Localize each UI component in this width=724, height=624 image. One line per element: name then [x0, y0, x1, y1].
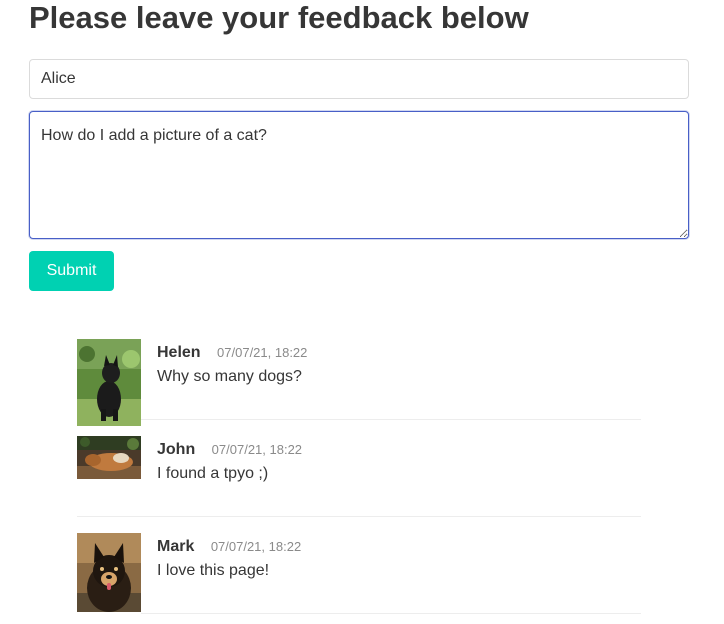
submit-button[interactable]: Submit: [29, 251, 114, 291]
message-textarea[interactable]: How do I add a picture of a cat?: [29, 111, 689, 239]
comment-item: John 07/07/21, 18:22 I found a tpyo ;): [77, 436, 641, 517]
comment-timestamp: 07/07/21, 18:22: [211, 442, 303, 457]
comment-timestamp: 07/07/21, 18:22: [210, 539, 302, 554]
comment-author: Helen: [157, 344, 201, 361]
avatar: [77, 533, 141, 612]
avatar: [77, 339, 141, 426]
comment-timestamp: 07/07/21, 18:22: [217, 345, 308, 360]
comment-text: I love this page!: [157, 562, 270, 579]
comment-text: Why so many dogs?: [157, 368, 302, 385]
comment-divider: [141, 419, 641, 420]
comment-text: I found a tpyo ;): [157, 465, 269, 482]
comment-header: Helen 07/07/21, 18:22: [157, 343, 307, 363]
comment-header: Mark 07/07/21, 18:22: [157, 537, 301, 557]
comment-author: John: [157, 441, 196, 458]
page-title: Please leave your feedback below: [29, 0, 529, 35]
fluffy-dog-portrait-photo-icon: [77, 533, 141, 612]
avatar: [77, 436, 141, 479]
comment-item: Helen 07/07/21, 18:22 Why so many dogs?: [77, 339, 641, 426]
comment-divider: [141, 613, 641, 614]
comment-header: John 07/07/21, 18:22: [157, 440, 302, 460]
black-dog-on-grass-photo-icon: [77, 339, 141, 426]
comment-author: Mark: [157, 538, 195, 555]
comment-divider: [77, 516, 641, 517]
name-input[interactable]: [29, 59, 689, 99]
comment-item: Mark 07/07/21, 18:22 I love this page!: [77, 533, 641, 614]
feedback-page: Please leave your feedback below How do …: [0, 0, 724, 624]
sleeping-dog-photo-icon: [77, 436, 141, 479]
